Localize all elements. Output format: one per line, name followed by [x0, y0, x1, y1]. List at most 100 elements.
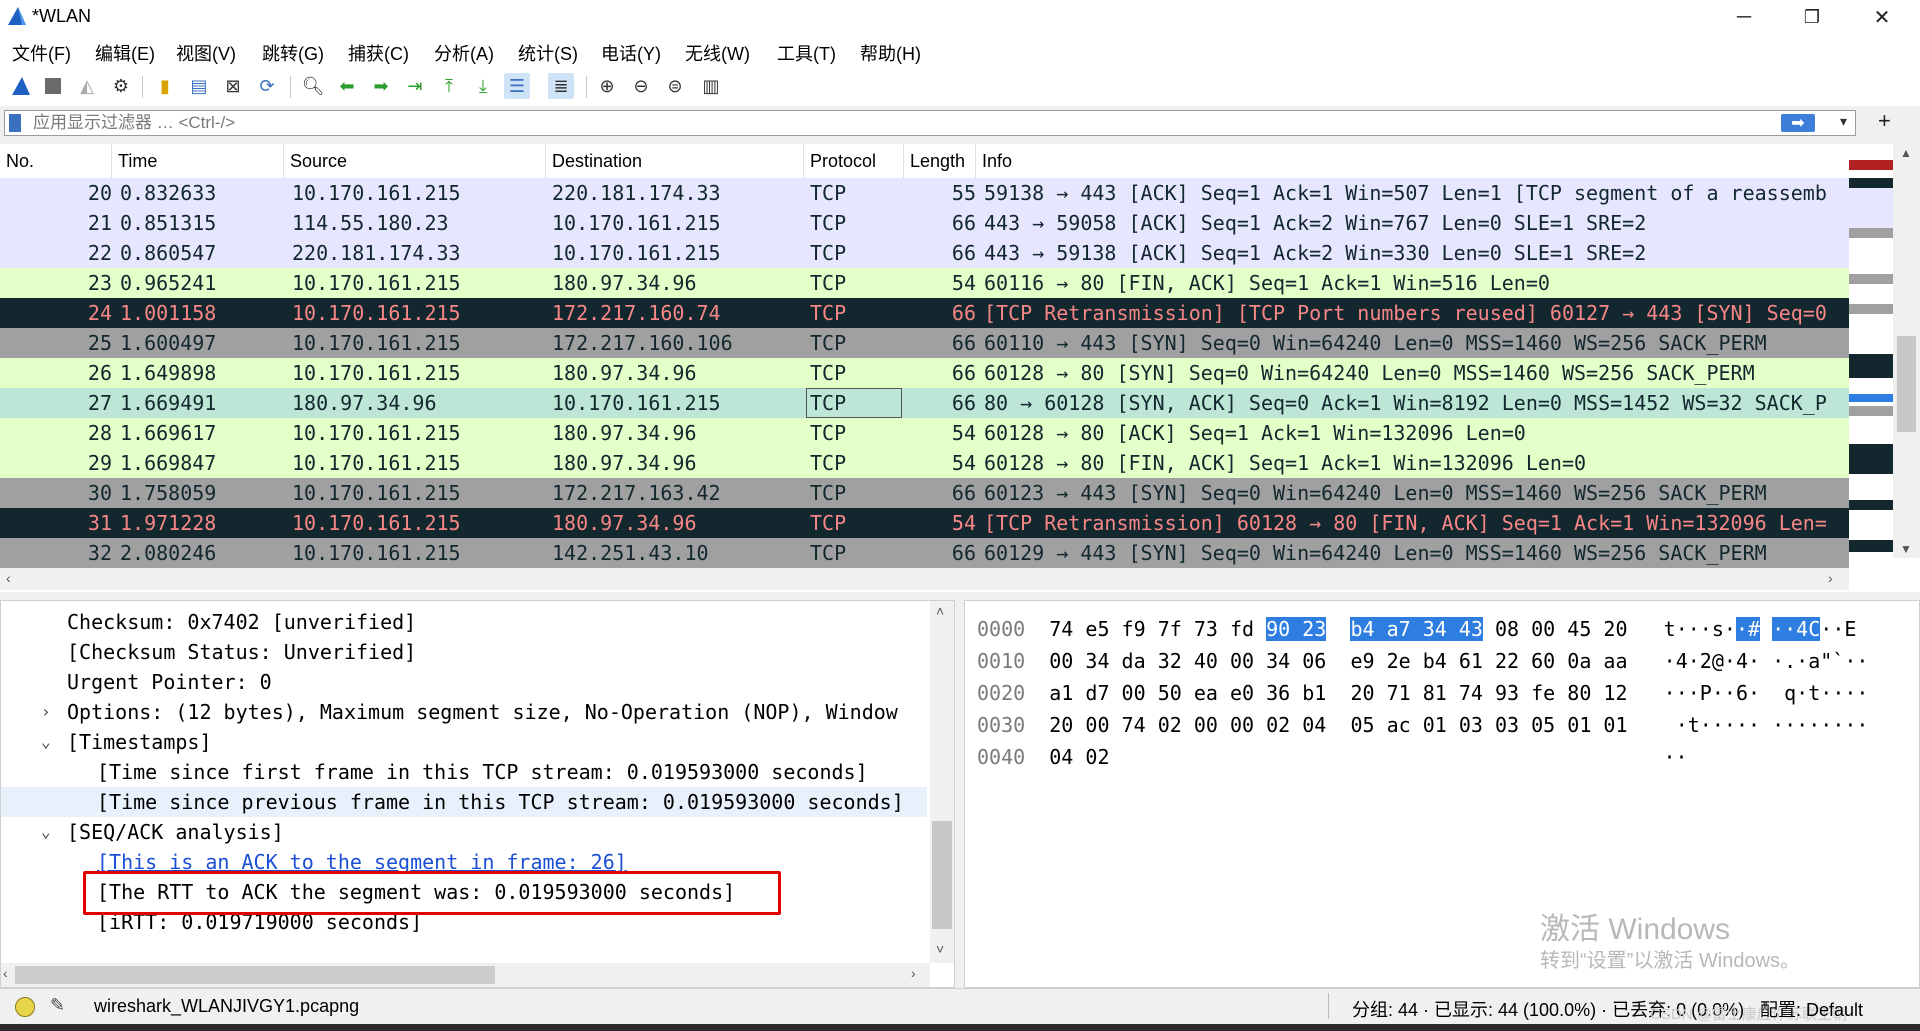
hex-byte[interactable]: e0 [1230, 681, 1254, 705]
scroll-right-icon[interactable]: › [1828, 570, 1833, 586]
ascii-char[interactable]: · [1844, 649, 1856, 673]
menu-tools[interactable]: 工具(T) [777, 40, 836, 66]
scroll-up-icon[interactable]: ˄ [936, 603, 944, 619]
column-header-length[interactable]: Length [904, 144, 976, 178]
ascii-char[interactable]: · [1796, 649, 1808, 673]
column-header-destination[interactable]: Destination [546, 144, 804, 178]
ascii-char[interactable]: · [1856, 681, 1868, 705]
ascii-char[interactable]: · [1772, 713, 1784, 737]
ascii-char[interactable]: 4 [1676, 649, 1688, 673]
detail-tree-item[interactable]: [Time since first frame in this TCP stre… [1, 757, 927, 787]
ascii-char[interactable]: q [1784, 681, 1796, 705]
go-to-packet-icon[interactable]: ⇥ [402, 73, 428, 99]
detail-tree-item[interactable]: Urgent Pointer: 0 [1, 667, 927, 697]
packet-row[interactable]: 31 1.971228 10.170.161.215 180.97.34.96 TCP 5… [0, 508, 1849, 538]
ascii-char[interactable]: · [1844, 713, 1856, 737]
hex-byte[interactable]: 81 [1423, 681, 1447, 705]
bookmark-icon[interactable] [9, 114, 21, 132]
save-file-icon[interactable]: ▤ [186, 73, 212, 99]
hex-byte[interactable]: 08 [1495, 617, 1519, 641]
ascii-char[interactable]: · [1700, 617, 1712, 641]
details-vertical-scrollbar[interactable]: ˄ ˅ [930, 601, 954, 963]
ascii-char[interactable]: · [1675, 745, 1687, 769]
packet-row[interactable]: 23 0.965241 10.170.161.215 180.97.34.96 TCP 5… [0, 268, 1849, 298]
hex-byte[interactable]: 12 [1603, 681, 1627, 705]
hex-byte[interactable]: 0a [1567, 649, 1591, 673]
ascii-char[interactable]: 4 [1736, 649, 1748, 673]
hex-byte[interactable]: 01 [1567, 713, 1591, 737]
hex-byte[interactable]: d7 [1085, 681, 1109, 705]
menu-go[interactable]: 跳转(G) [262, 40, 324, 66]
start-capture-icon[interactable] [8, 73, 34, 99]
hex-byte[interactable]: 50 [1158, 681, 1182, 705]
close-button[interactable]: ✕ [1852, 0, 1912, 34]
expert-info-status-icon[interactable] [15, 997, 35, 1017]
menu-view[interactable]: 视图(V) [176, 40, 236, 66]
hex-byte[interactable]: 04 [1049, 745, 1073, 769]
hex-byte[interactable]: fd [1230, 617, 1254, 641]
hex-byte[interactable]: 73 [1194, 617, 1218, 641]
ascii-char[interactable]: · [1856, 713, 1868, 737]
menu-help[interactable]: 帮助(H) [860, 40, 921, 66]
details-horizontal-scrollbar[interactable]: ‹ › [1, 963, 930, 987]
resize-columns-icon[interactable]: ▥ [698, 73, 724, 99]
expand-arrow-icon[interactable]: › [41, 697, 55, 727]
ascii-char[interactable]: # [1747, 617, 1761, 641]
collapse-arrow-icon[interactable]: ⌄ [41, 817, 55, 847]
hex-row[interactable]: 0040 04 02 ·· [977, 741, 1688, 773]
ascii-char[interactable]: · [1724, 617, 1736, 641]
column-header-time[interactable]: Time [112, 144, 284, 178]
scroll-down-icon[interactable]: ˅ [936, 941, 944, 957]
minimize-button[interactable]: ─ [1714, 0, 1774, 34]
hex-byte[interactable]: 22 [1495, 649, 1519, 673]
hex-byte[interactable]: 32 [1158, 649, 1182, 673]
hex-byte[interactable]: 00 [1230, 713, 1254, 737]
hex-byte[interactable]: b1 [1302, 681, 1326, 705]
column-header-no[interactable]: No. [0, 144, 112, 178]
find-packet-icon[interactable]: 🔍︎ [300, 73, 326, 99]
hex-byte[interactable]: 00 [1230, 649, 1254, 673]
hex-byte[interactable]: ac [1387, 713, 1411, 737]
hex-byte[interactable]: f9 [1122, 617, 1146, 641]
ascii-char[interactable]: · [1700, 713, 1712, 737]
hex-byte[interactable]: 00 [1122, 681, 1146, 705]
hex-byte[interactable]: a1 [1049, 681, 1073, 705]
colorize-icon[interactable]: ≣ [548, 73, 574, 99]
ascii-char[interactable] [1772, 681, 1784, 705]
menu-analyze[interactable]: 分析(A) [434, 40, 494, 66]
scroll-left-icon[interactable]: ‹ [6, 570, 11, 586]
ascii-char[interactable]: P [1700, 681, 1712, 705]
capture-options-icon[interactable]: ⚙ [108, 73, 134, 99]
ascii-char[interactable]: . [1784, 649, 1796, 673]
restart-capture-icon[interactable]: ◭ [74, 73, 100, 99]
close-file-icon[interactable]: ⊠ [220, 73, 246, 99]
hex-row[interactable]: 0010 00 34 da 32 40 00 34 06 e9 2e b4 61… [977, 645, 1868, 677]
hex-byte[interactable]: 2e [1387, 649, 1411, 673]
ascii-char[interactable]: · [1676, 713, 1688, 737]
ascii-char[interactable]: t [1688, 713, 1700, 737]
hex-byte[interactable]: aa [1603, 649, 1627, 673]
zoom-out-icon[interactable]: ⊖ [628, 73, 654, 99]
hex-byte[interactable]: 00 [1531, 617, 1555, 641]
go-back-icon[interactable]: ⬅ [334, 73, 360, 99]
hex-byte[interactable]: 80 [1567, 681, 1591, 705]
hex-byte[interactable]: 7f [1158, 617, 1182, 641]
collapse-arrow-icon[interactable]: ⌄ [41, 727, 55, 757]
menu-telephony[interactable]: 电话(Y) [601, 40, 661, 66]
hex-byte[interactable]: e9 [1350, 649, 1374, 673]
hex-byte[interactable]: 05 [1350, 713, 1374, 737]
hex-byte[interactable]: 03 [1459, 713, 1483, 737]
hex-byte[interactable]: 00 [1194, 713, 1218, 737]
ascii-char[interactable]: · [1688, 649, 1700, 673]
ascii-char[interactable]: · [1712, 713, 1724, 737]
edit-comment-icon[interactable]: ✎ [50, 995, 65, 1016]
ascii-char[interactable]: · [1735, 617, 1748, 641]
hex-byte[interactable]: 02 [1158, 713, 1182, 737]
ascii-char[interactable]: · [1820, 681, 1832, 705]
hex-byte[interactable]: 43 [1458, 617, 1483, 641]
hex-byte[interactable]: e5 [1085, 617, 1109, 641]
hex-byte[interactable]: 74 [1459, 681, 1483, 705]
hex-byte[interactable]: 00 [1085, 713, 1109, 737]
hex-byte[interactable]: 23 [1302, 617, 1327, 641]
ascii-char[interactable]: · [1796, 713, 1808, 737]
